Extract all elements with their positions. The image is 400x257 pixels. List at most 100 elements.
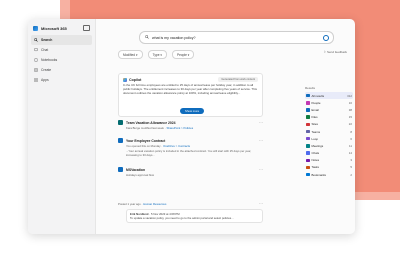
copilot-title: Copilot bbox=[129, 77, 142, 82]
result-type-count: 5 bbox=[350, 165, 352, 170]
sidebar-item-notebooks[interactable]: Notebooks bbox=[28, 55, 95, 65]
more-options-icon[interactable]: ⋯ bbox=[259, 120, 263, 125]
result-meta: Holidays approval flow bbox=[118, 173, 263, 177]
result-type-label: Teams bbox=[311, 129, 321, 134]
result-type-loop[interactable]: Loop 6 bbox=[305, 135, 353, 142]
result-title-row: MSVacation bbox=[118, 167, 263, 172]
more-options-icon[interactable]: ⋯ bbox=[259, 138, 263, 143]
result-location-link[interactable]: Human Resources bbox=[143, 202, 166, 206]
create-icon bbox=[34, 68, 38, 72]
result-type-people[interactable]: People 16 bbox=[305, 99, 353, 106]
result-type-label: Files bbox=[311, 115, 318, 120]
result-type-count: 16 bbox=[348, 100, 352, 105]
result-title: Team Vacation Allowance 2024 bbox=[126, 120, 176, 125]
result-title-row: Team Vacation Allowance 2024 bbox=[118, 120, 263, 125]
result-type-icon bbox=[306, 151, 310, 155]
search-result[interactable]: Posted 1 year ago · Human Resources Erik… bbox=[118, 201, 263, 223]
result-type-icon bbox=[306, 136, 310, 141]
result-type-icon bbox=[306, 93, 310, 98]
result-type-all-results[interactable]: All results 312 bbox=[305, 92, 353, 100]
sidebar-item-chat[interactable]: Chat bbox=[28, 45, 95, 55]
result-type-count: 2 bbox=[350, 172, 352, 177]
result-type-chats[interactable]: Chats 14 bbox=[305, 150, 353, 157]
result-type-label: Email bbox=[311, 107, 319, 112]
result-type-count: 15 bbox=[348, 115, 352, 120]
result-sub: You opened this on Monday bbox=[126, 144, 161, 148]
result-type-icon bbox=[306, 108, 310, 112]
result-type-count: 14 bbox=[348, 151, 352, 156]
result-type-label: Bookmarks bbox=[311, 172, 326, 177]
result-sub: Posted 1 year ago bbox=[118, 202, 141, 206]
result-type-bookmarks[interactable]: Bookmarks 2 bbox=[305, 171, 353, 178]
brand-title: Microsoft 365 bbox=[41, 25, 67, 31]
result-sub: Kara Burge modified last week bbox=[126, 126, 164, 130]
result-type-label: Tasks bbox=[311, 165, 319, 170]
result-location-link[interactable]: OneDrive > Contracts bbox=[163, 144, 190, 148]
sidebar-item-apps[interactable]: Apps bbox=[28, 75, 95, 85]
filter-label: Type bbox=[152, 52, 160, 57]
more-options-icon[interactable]: ⋯ bbox=[259, 201, 263, 206]
send-feedback-link[interactable]: ⚐ Send feedback bbox=[323, 50, 347, 54]
result-type-count: 38 bbox=[348, 107, 352, 112]
word-doc-icon bbox=[118, 138, 123, 143]
filter-modified[interactable]: Modified ▾ bbox=[118, 50, 143, 59]
result-snippet: ...Your annual vacation policy is includ… bbox=[126, 149, 252, 157]
microsoft-365-logo-icon bbox=[33, 25, 38, 31]
result-type-count: 8 bbox=[350, 129, 352, 134]
result-type-icon bbox=[306, 122, 310, 127]
result-type-count: 22 bbox=[348, 122, 352, 127]
result-type-icon bbox=[306, 165, 310, 170]
sidebar-item-label: Notebooks bbox=[41, 58, 58, 62]
panel-title: Results bbox=[305, 86, 316, 90]
result-type-icon bbox=[306, 129, 310, 134]
search-result[interactable]: Team Vacation Allowance 2024 Kara Burge … bbox=[118, 120, 263, 130]
reply-text: To update a vacation policy, you need to… bbox=[130, 216, 234, 220]
more-options-icon[interactable]: ⋯ bbox=[259, 167, 263, 172]
filter-label: Modified bbox=[123, 52, 136, 57]
send-feedback-label: Send feedback bbox=[326, 50, 347, 54]
result-type-label: Loop bbox=[311, 136, 318, 141]
result-type-label: Notes bbox=[311, 158, 320, 163]
result-type-meetings[interactable]: Meetings 11 bbox=[305, 142, 353, 149]
notebook-icon bbox=[34, 58, 38, 62]
result-type-label: Sites bbox=[311, 122, 318, 127]
search-icon bbox=[34, 38, 38, 42]
result-type-icon bbox=[306, 144, 310, 148]
result-type-files[interactable]: Files 15 bbox=[305, 114, 353, 121]
result-type-label: Chats bbox=[311, 151, 320, 156]
result-sub: Holidays approval flow bbox=[126, 173, 154, 177]
result-type-tasks[interactable]: Tasks 5 bbox=[305, 164, 353, 171]
result-types-panel: Results All results 312 People 16 Email 38 Fil… bbox=[305, 86, 353, 178]
search-input[interactable]: what is my vacation policy? bbox=[139, 31, 334, 44]
result-type-email[interactable]: Email 38 bbox=[305, 106, 353, 113]
result-location-link[interactable]: SharePoint > Policies bbox=[166, 126, 193, 130]
result-type-count: 312 bbox=[347, 93, 352, 98]
result-meta: You opened this on Monday · OneDrive > C… bbox=[126, 144, 191, 148]
search-result[interactable]: MSVacation Holidays approval flow ⋯ bbox=[118, 167, 263, 177]
sidebar-item-search[interactable]: Search bbox=[31, 35, 92, 45]
copilot-header: Copilot Generated from work content bbox=[123, 77, 258, 82]
app-window: Microsoft 365 Search Chat Notebooks Crea… bbox=[28, 19, 355, 234]
toggle-sidebar-icon[interactable] bbox=[83, 25, 90, 31]
result-title: Your Employee Contract bbox=[126, 138, 166, 143]
brand: Microsoft 365 bbox=[28, 19, 95, 35]
filter-people[interactable]: People ▾ bbox=[171, 50, 195, 59]
filter-label: People bbox=[176, 52, 187, 57]
show-more-button[interactable]: Show more bbox=[180, 108, 205, 114]
result-type-notes[interactable]: Notes 3 bbox=[305, 157, 353, 164]
result-type-count: 6 bbox=[350, 136, 352, 141]
sidebar-item-label: Search bbox=[41, 38, 53, 42]
result-type-count: 11 bbox=[348, 143, 352, 148]
copilot-answer-card: Copilot Generated from work content In t… bbox=[118, 73, 263, 117]
search-query: what is my vacation policy? bbox=[152, 35, 196, 40]
result-type-label: Meetings bbox=[311, 143, 324, 148]
result-type-icon bbox=[306, 101, 310, 105]
search-result[interactable]: Your Employee Contract You opened this o… bbox=[118, 138, 263, 157]
result-type-label: People bbox=[311, 100, 321, 105]
sidebar-item-create[interactable]: Create bbox=[28, 65, 95, 75]
result-type-teams[interactable]: Teams 8 bbox=[305, 128, 353, 135]
filter-type[interactable]: Type ▾ bbox=[147, 50, 167, 59]
copilot-search-icon[interactable] bbox=[323, 34, 329, 41]
sidebar-item-label: Chat bbox=[41, 48, 49, 52]
result-type-sites[interactable]: Sites 22 bbox=[305, 121, 353, 128]
